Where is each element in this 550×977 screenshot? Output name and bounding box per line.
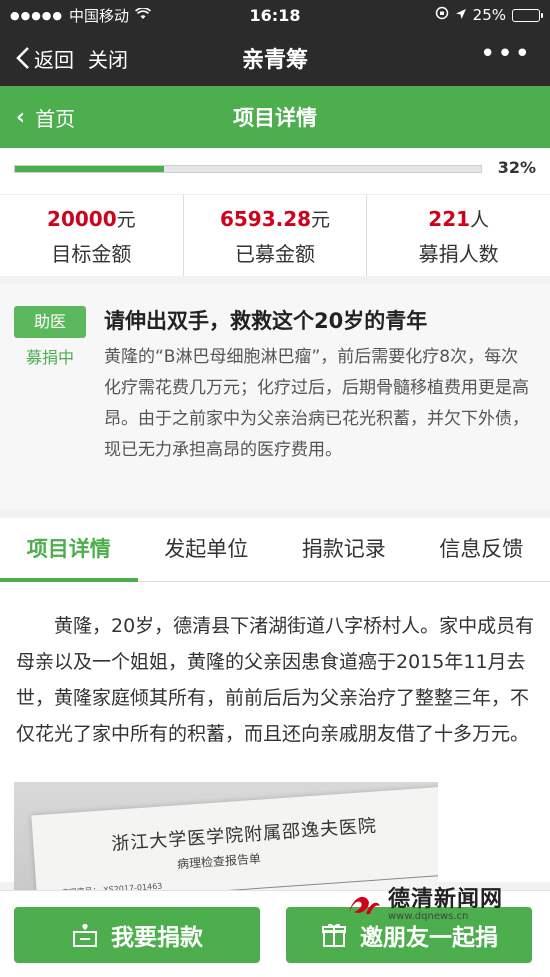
watermark-url: www.dqnews.cn <box>388 911 469 922</box>
battery-percent: 25% <box>472 6 506 24</box>
tab-project-details[interactable]: 项目详情 <box>0 518 138 582</box>
tab-donation-records[interactable]: 捐款记录 <box>275 518 413 581</box>
tab-feedback[interactable]: 信息反馈 <box>413 518 550 581</box>
stat-raised: 6593.28元 已募金额 <box>184 195 368 276</box>
stat-target: 20000元 目标金额 <box>0 195 184 276</box>
progress-percent: 32% <box>497 158 536 177</box>
medical-report-photo: 浙江大学医学院附属邵逸夫医院 病理检查报告单 病理序号： XS2017-0146… <box>14 782 438 902</box>
stat-unit: 元 <box>311 209 331 231</box>
stat-value: 6593.28 <box>219 207 312 231</box>
battery-icon <box>512 8 543 22</box>
progress-section: 32% <box>0 148 550 194</box>
home-link[interactable]: ‹ 首页 <box>0 103 75 132</box>
signal-icon: ●●●●● <box>10 8 63 22</box>
news-logo-icon <box>349 896 380 914</box>
status-right: 25% <box>435 6 543 24</box>
watermark-name: 德清新闻网 <box>388 886 504 912</box>
back-label: 返回 <box>34 47 74 72</box>
stat-value: 20000 <box>47 207 117 231</box>
project-summary: 助医 募捐中 请伸出双手，救救这个20岁的青年 黄隆的“B淋巴母细胞淋巴瘤”，前… <box>0 284 550 510</box>
location-arrow-icon <box>455 6 467 24</box>
gift-icon <box>320 921 348 949</box>
app-header: 返回 关闭 亲青筹 ••• <box>0 30 550 86</box>
chevron-left-icon <box>16 47 29 69</box>
status-left: ●●●●● 中国移动 <box>10 5 210 26</box>
hospital-name: 浙江大学医学院附属邵逸夫医院 <box>110 815 378 855</box>
category-badge: 助医 <box>14 306 86 338</box>
stat-label: 目标金额 <box>51 242 132 266</box>
more-menu-icon[interactable]: ••• <box>480 41 532 67</box>
tab-organizer[interactable]: 发起单位 <box>138 518 276 581</box>
status-badge: 募捐中 <box>25 348 74 367</box>
report-title: 病理检查报告单 <box>176 851 262 872</box>
chevron-left-icon: ‹ <box>16 104 26 130</box>
carrier-name: 中国移动 <box>69 6 130 25</box>
stat-donors: 221人 募捐人数 <box>367 195 550 276</box>
report-paper: 浙江大学医学院附属邵逸夫医院 病理检查报告单 病理序号： XS2017-0146… <box>31 784 438 902</box>
close-button[interactable]: 关闭 <box>88 44 128 73</box>
back-button[interactable]: 返回 <box>0 44 74 73</box>
home-label: 首页 <box>35 106 76 131</box>
watermark-text: 德清新闻网 www.dqnews.cn <box>388 887 503 923</box>
project-description: 黄隆的“B淋巴母细胞淋巴瘤”，前后需要化疗8次，每次化疗需花费几万元；化疗过后，… <box>104 347 529 460</box>
status-bar: ●●●●● 中国移动 16:18 25% <box>0 0 550 30</box>
detail-tabs: 项目详情 发起单位 捐款记录 信息反馈 <box>0 518 550 582</box>
stat-label: 已募金额 <box>235 242 315 266</box>
section-title: 项目详情 <box>233 106 317 130</box>
wifi-icon <box>135 6 151 24</box>
stat-value: 221 <box>428 207 471 231</box>
sub-nav: ‹ 首页 项目详情 <box>0 86 550 148</box>
progress-bar <box>14 165 482 173</box>
page-title: 亲青筹 <box>241 48 308 73</box>
stat-label: 募捐人数 <box>418 242 499 266</box>
rotation-lock-icon <box>435 6 449 24</box>
project-title: 请伸出双手，救救这个20岁的青年 <box>104 309 428 333</box>
fund-stats: 20000元 目标金额 6593.28元 已募金额 221人 募捐人数 <box>0 194 550 276</box>
site-watermark: 德清新闻网 www.dqnews.cn <box>346 886 546 924</box>
progress-fill <box>15 166 165 172</box>
stat-unit: 元 <box>116 209 136 231</box>
detail-paragraph: 黄隆，20岁，德清县下渚湖街道八字桥村人。家中成员有母亲以及一个姐姐，黄隆的父亲… <box>16 615 535 745</box>
donation-box-icon <box>71 921 99 949</box>
stat-unit: 人 <box>470 209 490 231</box>
detail-content: 黄隆，20岁，德清县下渚湖街道八字桥村人。家中成员有母亲以及一个姐姐，黄隆的父亲… <box>0 582 550 902</box>
donate-button[interactable]: 我要捐款 <box>14 907 260 963</box>
donate-label: 我要捐款 <box>111 925 203 951</box>
